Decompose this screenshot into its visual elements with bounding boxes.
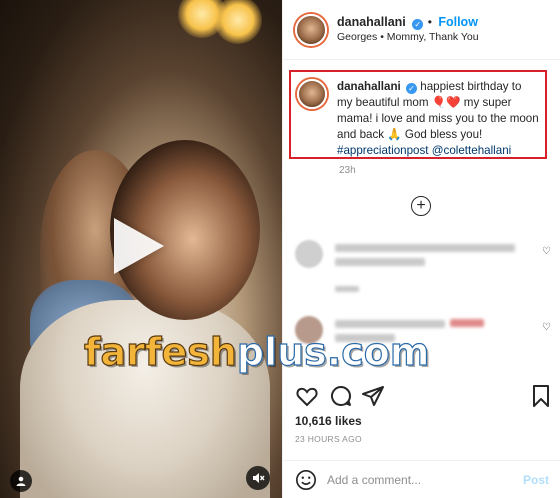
plus-circle-icon[interactable]: + [411,196,431,216]
caption-username[interactable]: danahallani [337,80,401,93]
bookmark-icon[interactable] [529,384,553,408]
header-username[interactable]: danahallani [337,15,406,29]
mention-link[interactable]: @colettehallani [432,144,511,157]
comment-icon[interactable] [329,384,353,408]
lamp-light [214,0,262,44]
verified-badge-icon: ✓ [406,83,418,94]
smiley-icon[interactable] [295,469,317,491]
hashtag-link[interactable]: #appreciationpost [337,144,429,157]
list-item: ♡ [295,240,551,280]
comment-form: Post [283,460,560,498]
blurred-text [335,244,515,252]
share-icon[interactable] [361,384,385,408]
heart-icon[interactable] [295,384,319,408]
heart-icon[interactable]: ♡ [542,246,551,257]
watermark-main: farfesh [83,329,237,374]
separator: • [427,15,432,29]
blurred-text [450,319,484,327]
verified-badge-icon: ✓ [412,19,424,30]
post-panel: danahallani ✓ • Follow Georges • Mommy, … [282,0,560,498]
caption-time: 23h [339,165,356,176]
caption: danahallani ✓ happiest birthday to my be… [337,79,539,157]
avatar [295,240,323,268]
post-timestamp: 23 HOURS AGO [295,434,362,444]
action-bar [295,384,551,412]
post-button[interactable]: Post [523,473,549,487]
comment-input[interactable] [327,472,523,487]
post-header: danahallani ✓ • Follow Georges • Mommy, … [283,0,560,60]
caption-avatar[interactable] [297,79,327,109]
caption-highlight: danahallani ✓ happiest birthday to my be… [289,70,547,159]
likes-count[interactable]: 10,616 likes [295,414,362,428]
blurred-text [335,258,425,266]
blurred-text [335,286,359,292]
location-link[interactable]: Georges • Mommy, Thank You [337,30,479,45]
watermark-plus: plus.com [236,329,430,374]
blurred-text [335,320,445,328]
mute-icon[interactable] [246,466,270,490]
avatar[interactable] [295,14,327,46]
follow-button[interactable]: Follow [438,15,478,29]
user-tag-icon[interactable] [10,470,32,492]
post-media[interactable] [0,0,282,498]
heart-icon[interactable]: ♡ [542,322,551,333]
watermark: farfeshplus.com [83,329,484,380]
play-icon[interactable] [114,218,164,274]
